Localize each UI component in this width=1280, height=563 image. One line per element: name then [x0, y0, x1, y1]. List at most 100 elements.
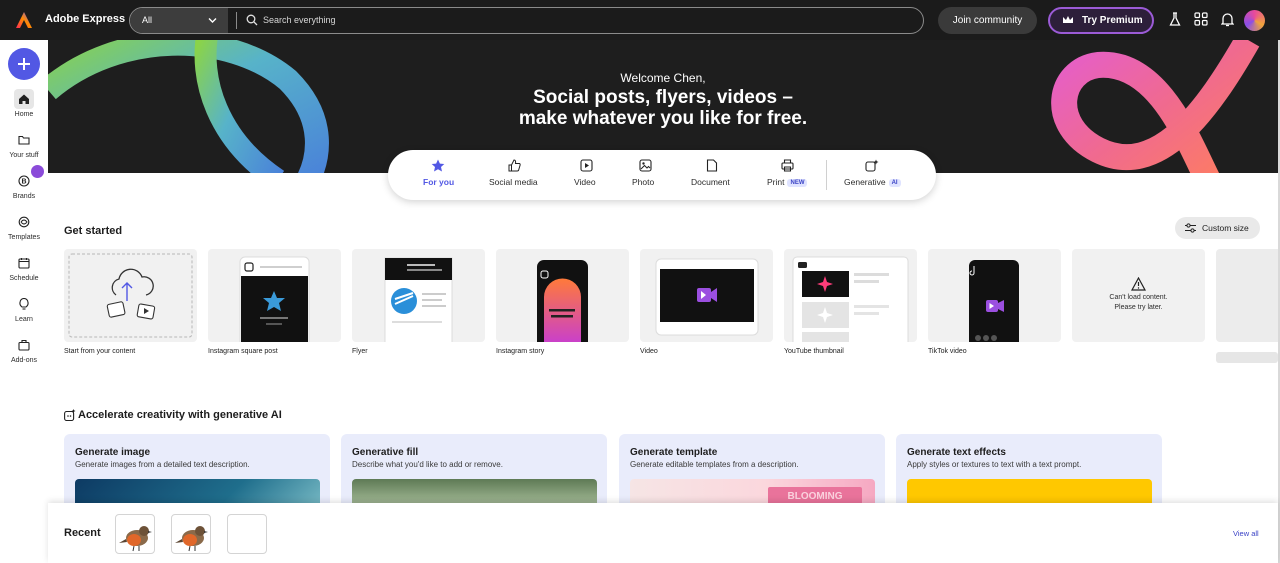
try-premium-button[interactable]: Try Premium	[1048, 7, 1154, 34]
template-card-youtube-thumbnail[interactable]	[784, 249, 917, 342]
tiktok-video-illustration	[969, 260, 1019, 342]
tab-generative[interactable]: Generative AI	[844, 159, 904, 193]
generate-image-card[interactable]: Generate image Generate images from a de…	[64, 434, 330, 509]
recent-item-empty[interactable]	[227, 514, 267, 554]
youtube-thumbnail-illustration	[792, 256, 909, 342]
sidebar-item-label: Brands	[12, 193, 36, 200]
create-new-button[interactable]	[8, 48, 40, 80]
template-card-tiktok-video[interactable]	[928, 249, 1061, 342]
calendar-icon	[18, 258, 30, 269]
lab-flask-icon[interactable]	[1169, 12, 1181, 27]
template-card-video[interactable]	[640, 249, 773, 342]
generative-ai-icon	[64, 409, 76, 421]
tab-document[interactable]: Document	[690, 159, 735, 193]
folder-icon	[18, 135, 30, 145]
card-label: Instagram story	[496, 348, 545, 355]
recent-item[interactable]	[115, 514, 155, 554]
template-card-flyer[interactable]	[352, 249, 485, 342]
view-all-link[interactable]: View all	[1233, 529, 1259, 538]
card-label: TikTok video	[928, 348, 967, 355]
custom-size-button[interactable]: Custom size	[1175, 217, 1260, 239]
tab-print[interactable]: Print NEW	[766, 159, 811, 193]
generate-text-effects-card[interactable]: Generate text effects Apply styles or te…	[896, 434, 1162, 509]
home-icon	[19, 94, 29, 104]
app-name[interactable]: Adobe Express	[45, 13, 125, 25]
document-icon	[706, 159, 718, 172]
gen-card-title: Generative fill	[352, 447, 419, 458]
sidebar-item-label: Learn	[15, 316, 33, 323]
search-scope-label: All	[142, 15, 153, 25]
ai-badge: AI	[888, 179, 901, 187]
instagram-post-illustration	[239, 256, 310, 342]
recent-item[interactable]	[171, 514, 211, 554]
sidebar-item-add-ons[interactable]: Add-ons	[0, 335, 48, 371]
tab-label: Print NEW	[767, 177, 808, 187]
bell-icon[interactable]	[1221, 12, 1234, 27]
tab-label: Document	[691, 177, 730, 187]
search-bar[interactable]: All Search everything	[129, 7, 924, 34]
photo-icon	[639, 159, 652, 172]
join-community-button[interactable]: Join community	[938, 7, 1037, 34]
card-label: Video	[640, 348, 658, 355]
adobe-express-logo-icon[interactable]	[14, 10, 34, 30]
hero-headline-line2: make whatever you like for free.	[518, 108, 808, 129]
tab-social-media[interactable]: Social media	[488, 159, 543, 193]
user-avatar[interactable]	[1244, 10, 1265, 31]
tab-label-text: Generative	[844, 177, 886, 187]
error-card: Can't load content. Please try later.	[1072, 249, 1205, 342]
search-scope-dropdown[interactable]: All	[130, 8, 228, 33]
sidebar-item-label: Your stuff	[9, 152, 39, 159]
gen-card-desc: Generate editable templates from a descr…	[630, 460, 799, 469]
sidebar-item-learn[interactable]: Learn	[0, 294, 48, 330]
recent-title: Recent	[64, 527, 101, 539]
error-message: Can't load content. Please try later.	[1072, 293, 1205, 313]
tab-label: Social media	[489, 177, 538, 187]
gen-card-desc: Generate images from a detailed text des…	[75, 460, 250, 469]
upload-cloud-icon	[68, 253, 193, 338]
welcome-text: Welcome Chen,	[620, 71, 706, 85]
apps-grid-icon[interactable]	[1194, 12, 1208, 26]
svg-text:B: B	[21, 179, 26, 186]
robin-bird-thumbnail	[175, 526, 208, 552]
sidebar-item-label: Schedule	[9, 275, 39, 282]
tab-for-you[interactable]: For you	[418, 159, 458, 193]
tab-label: Generative AI	[844, 177, 901, 187]
play-icon	[580, 159, 593, 172]
template-card-instagram-story[interactable]	[496, 249, 629, 342]
generative-section-title: Accelerate creativity with generative AI	[78, 409, 282, 421]
new-badge: NEW	[787, 179, 808, 187]
lightbulb-icon	[19, 298, 29, 310]
instagram-story-illustration	[537, 260, 588, 342]
brand-icon: B	[18, 175, 30, 187]
sidebar-item-your-stuff[interactable]: Your stuff	[0, 130, 48, 166]
top-bar: Adobe Express All Search everything Join…	[0, 0, 1280, 40]
loading-card-placeholder	[1216, 249, 1278, 342]
card-label: Flyer	[352, 348, 368, 355]
generative-fill-card[interactable]: Generative fill Describe what you'd like…	[341, 434, 607, 509]
hero-headline-line1: Social posts, flyers, videos –	[533, 87, 793, 108]
gen-card-title: Generate text effects	[907, 447, 1006, 458]
tab-label: Video	[574, 177, 596, 187]
search-input[interactable]: Search everything	[263, 15, 336, 25]
sliders-icon	[1185, 223, 1196, 233]
flyer-illustration	[384, 257, 453, 342]
generate-template-card[interactable]: Generate template Generate editable temp…	[619, 434, 885, 509]
print-icon	[781, 159, 794, 172]
robin-bird-thumbnail	[119, 526, 152, 552]
star-icon	[431, 159, 445, 172]
premium-crown-icon	[31, 165, 44, 178]
sidebar-item-templates[interactable]: Templates	[0, 212, 48, 248]
tab-photo[interactable]: Photo	[630, 159, 660, 193]
plus-icon	[18, 58, 30, 70]
generative-icon	[865, 159, 879, 172]
card-label: Start from your content	[64, 348, 136, 355]
template-card-start-from-content[interactable]	[64, 249, 197, 342]
sidebar-item-schedule[interactable]: Schedule	[0, 253, 48, 289]
crown-icon	[1063, 16, 1073, 23]
try-premium-label: Try Premium	[1082, 15, 1143, 26]
chevron-down-icon	[208, 18, 217, 23]
template-card-instagram-square-post[interactable]	[208, 249, 341, 342]
tab-video[interactable]: Video	[571, 159, 601, 193]
sidebar-item-home[interactable]: Home	[0, 89, 48, 125]
sidebar-item-brands[interactable]: B Brands	[0, 165, 48, 207]
